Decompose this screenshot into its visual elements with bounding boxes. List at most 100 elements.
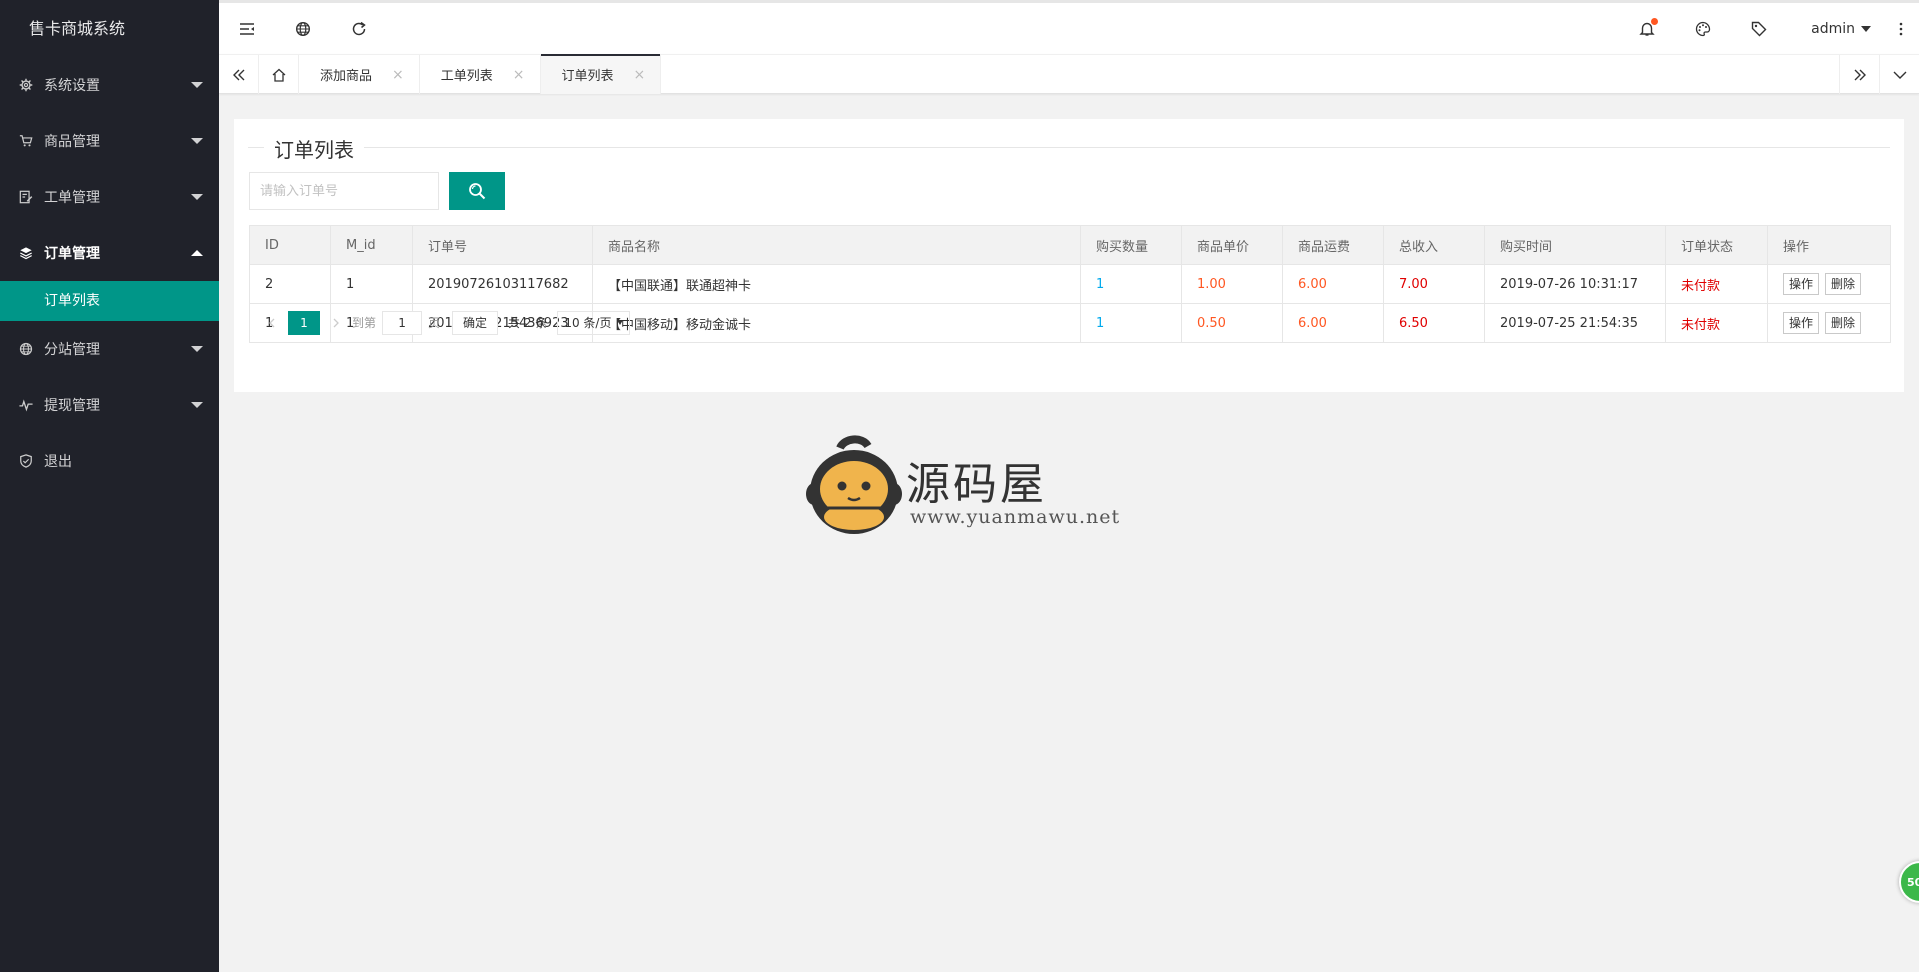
tab-order-list[interactable]: 订单列表 ×	[540, 54, 662, 94]
close-icon[interactable]: ×	[634, 67, 646, 83]
refresh-icon[interactable]	[331, 4, 387, 54]
tab-label: 添加商品	[320, 69, 373, 84]
globe-icon[interactable]	[275, 4, 331, 54]
bell-icon[interactable]	[1619, 4, 1675, 54]
page-title: 订单列表	[264, 134, 364, 163]
col-total: 总收入	[1383, 225, 1485, 265]
cell-total: 7.00	[1383, 264, 1485, 304]
tab-ticket-list[interactable]: 工单列表 ×	[420, 55, 541, 94]
close-icon[interactable]: ×	[513, 67, 525, 83]
gear-icon	[18, 77, 34, 93]
col-order-no: 订单号	[412, 225, 593, 265]
sidebar-item-system-settings[interactable]: 系统设置	[0, 57, 219, 113]
pulse-icon	[18, 397, 34, 413]
cell-quantity: 1	[1080, 264, 1182, 304]
tab-label: 订单列表	[561, 69, 614, 84]
page-unit-label: 页	[428, 316, 441, 330]
cell-purchase-time: 2019-07-26 10:31:17	[1484, 264, 1666, 304]
goto-confirm-button[interactable]: 确定	[452, 310, 499, 335]
home-icon[interactable]	[259, 55, 299, 94]
goto-label: 到第	[352, 316, 377, 330]
sidebar-item-product-management[interactable]: 商品管理	[0, 113, 219, 169]
form-icon	[18, 189, 34, 205]
cell-shipping: 6.00	[1282, 264, 1384, 304]
globe-icon	[18, 341, 34, 357]
sidebar-subitem-order-list[interactable]: 订单列表	[0, 281, 219, 321]
menu-toggle-icon[interactable]	[219, 4, 275, 54]
cart-icon	[18, 133, 34, 149]
prev-page-icon[interactable]	[262, 311, 282, 335]
pagination: 1 到第 页 确定 共 2 条 10 条/页	[249, 303, 1891, 343]
tab-add-product[interactable]: 添加商品 ×	[299, 55, 420, 94]
sidebar-item-withdraw-management[interactable]: 提现管理	[0, 377, 219, 433]
table-header-row: ID M_id 订单号 商品名称 购买数量 商品单价 商品运费 总收入 购买时间…	[249, 225, 1891, 265]
chevron-down-icon	[191, 402, 203, 408]
col-status: 订单状态	[1665, 225, 1768, 265]
col-actions: 操作	[1767, 225, 1891, 265]
col-quantity: 购买数量	[1080, 225, 1182, 265]
search-button[interactable]	[449, 172, 505, 210]
col-unit-price: 商品单价	[1181, 225, 1283, 265]
goto-page-input[interactable]	[382, 310, 423, 335]
username: admin	[1811, 20, 1855, 37]
theme-palette-icon[interactable]	[1675, 4, 1731, 54]
cell-actions: 操作 删除	[1767, 264, 1891, 304]
delete-button[interactable]: 删除	[1825, 273, 1862, 295]
cell-order-no: 20190726103117682	[412, 264, 593, 304]
legend-divider	[248, 147, 1890, 148]
caret-down-icon	[617, 320, 624, 325]
page-size-value: 10 条/页	[564, 316, 612, 330]
sidebar-item-order-management[interactable]: 订单管理	[0, 225, 219, 281]
chevron-up-icon	[191, 250, 203, 256]
sidebar-item-ticket-management[interactable]: 工单管理	[0, 169, 219, 225]
current-page-button[interactable]: 1	[288, 310, 320, 335]
page-size-select[interactable]: 10 条/页	[557, 310, 631, 335]
monkey-logo-icon	[806, 435, 902, 534]
sidebar-item-label: 退出	[44, 454, 72, 470]
chevron-down-icon	[191, 82, 203, 88]
chevron-down-icon[interactable]	[1879, 55, 1919, 94]
sidebar-item-label: 工单管理	[44, 190, 100, 206]
cell-product: 【中国联通】联通超神卡	[592, 264, 1081, 304]
watermark: 源码屋 www.yuanmawu.net	[806, 434, 1119, 538]
fieldset-legend: 订单列表	[248, 127, 1890, 163]
operate-button[interactable]: 操作	[1783, 273, 1820, 295]
col-id: ID	[249, 225, 331, 265]
col-shipping: 商品运费	[1282, 225, 1384, 265]
watermark-url: www.yuanmawu.net	[910, 506, 1121, 528]
tabs-bar: 添加商品 × 工单列表 × 订单列表 ×	[219, 54, 1919, 94]
shield-icon	[18, 453, 34, 469]
cell-id: 2	[249, 264, 331, 304]
table-row: 2 1 20190726103117682 【中国联通】联通超神卡 1 1.00…	[249, 264, 1891, 304]
tabs-scroll-left-icon[interactable]	[219, 55, 259, 94]
sidebar-item-logout[interactable]: 退出	[0, 433, 219, 489]
col-m-id: M_id	[330, 225, 413, 265]
chevron-down-icon	[191, 138, 203, 144]
sidebar-item-label: 分站管理	[44, 342, 100, 358]
tag-icon[interactable]	[1731, 4, 1787, 54]
order-number-search-input[interactable]	[249, 172, 439, 210]
user-menu[interactable]: admin	[1787, 4, 1883, 54]
more-vertical-icon[interactable]	[1883, 4, 1919, 54]
chevron-down-icon	[191, 194, 203, 200]
layers-icon	[18, 245, 34, 261]
tabs-scroll-right-icon[interactable]	[1839, 55, 1879, 94]
col-product-name: 商品名称	[592, 225, 1081, 265]
sidebar-item-label: 系统设置	[44, 78, 100, 94]
order-list-card: 订单列表 ID M_id 订单号 商品名称 购买数量 商品单价 商品运费 总收入…	[234, 119, 1904, 392]
notification-dot	[1651, 17, 1659, 25]
cell-status: 未付款	[1665, 264, 1768, 304]
tab-label: 工单列表	[440, 69, 493, 84]
total-count: 共 2 条	[508, 316, 548, 330]
close-icon[interactable]: ×	[392, 67, 404, 83]
caret-down-icon	[1861, 25, 1871, 32]
sidebar-item-label: 商品管理	[44, 134, 100, 150]
cell-unit-price: 1.00	[1181, 264, 1283, 304]
cell-m-id: 1	[330, 264, 413, 304]
search-icon	[469, 183, 486, 200]
next-page-icon[interactable]	[326, 311, 346, 335]
watermark-title: 源码屋	[906, 459, 1047, 510]
floating-speed-ball[interactable]: 50	[1899, 861, 1919, 903]
sidebar-item-substation-management[interactable]: 分站管理	[0, 321, 219, 377]
sidebar-item-label: 提现管理	[44, 398, 100, 414]
